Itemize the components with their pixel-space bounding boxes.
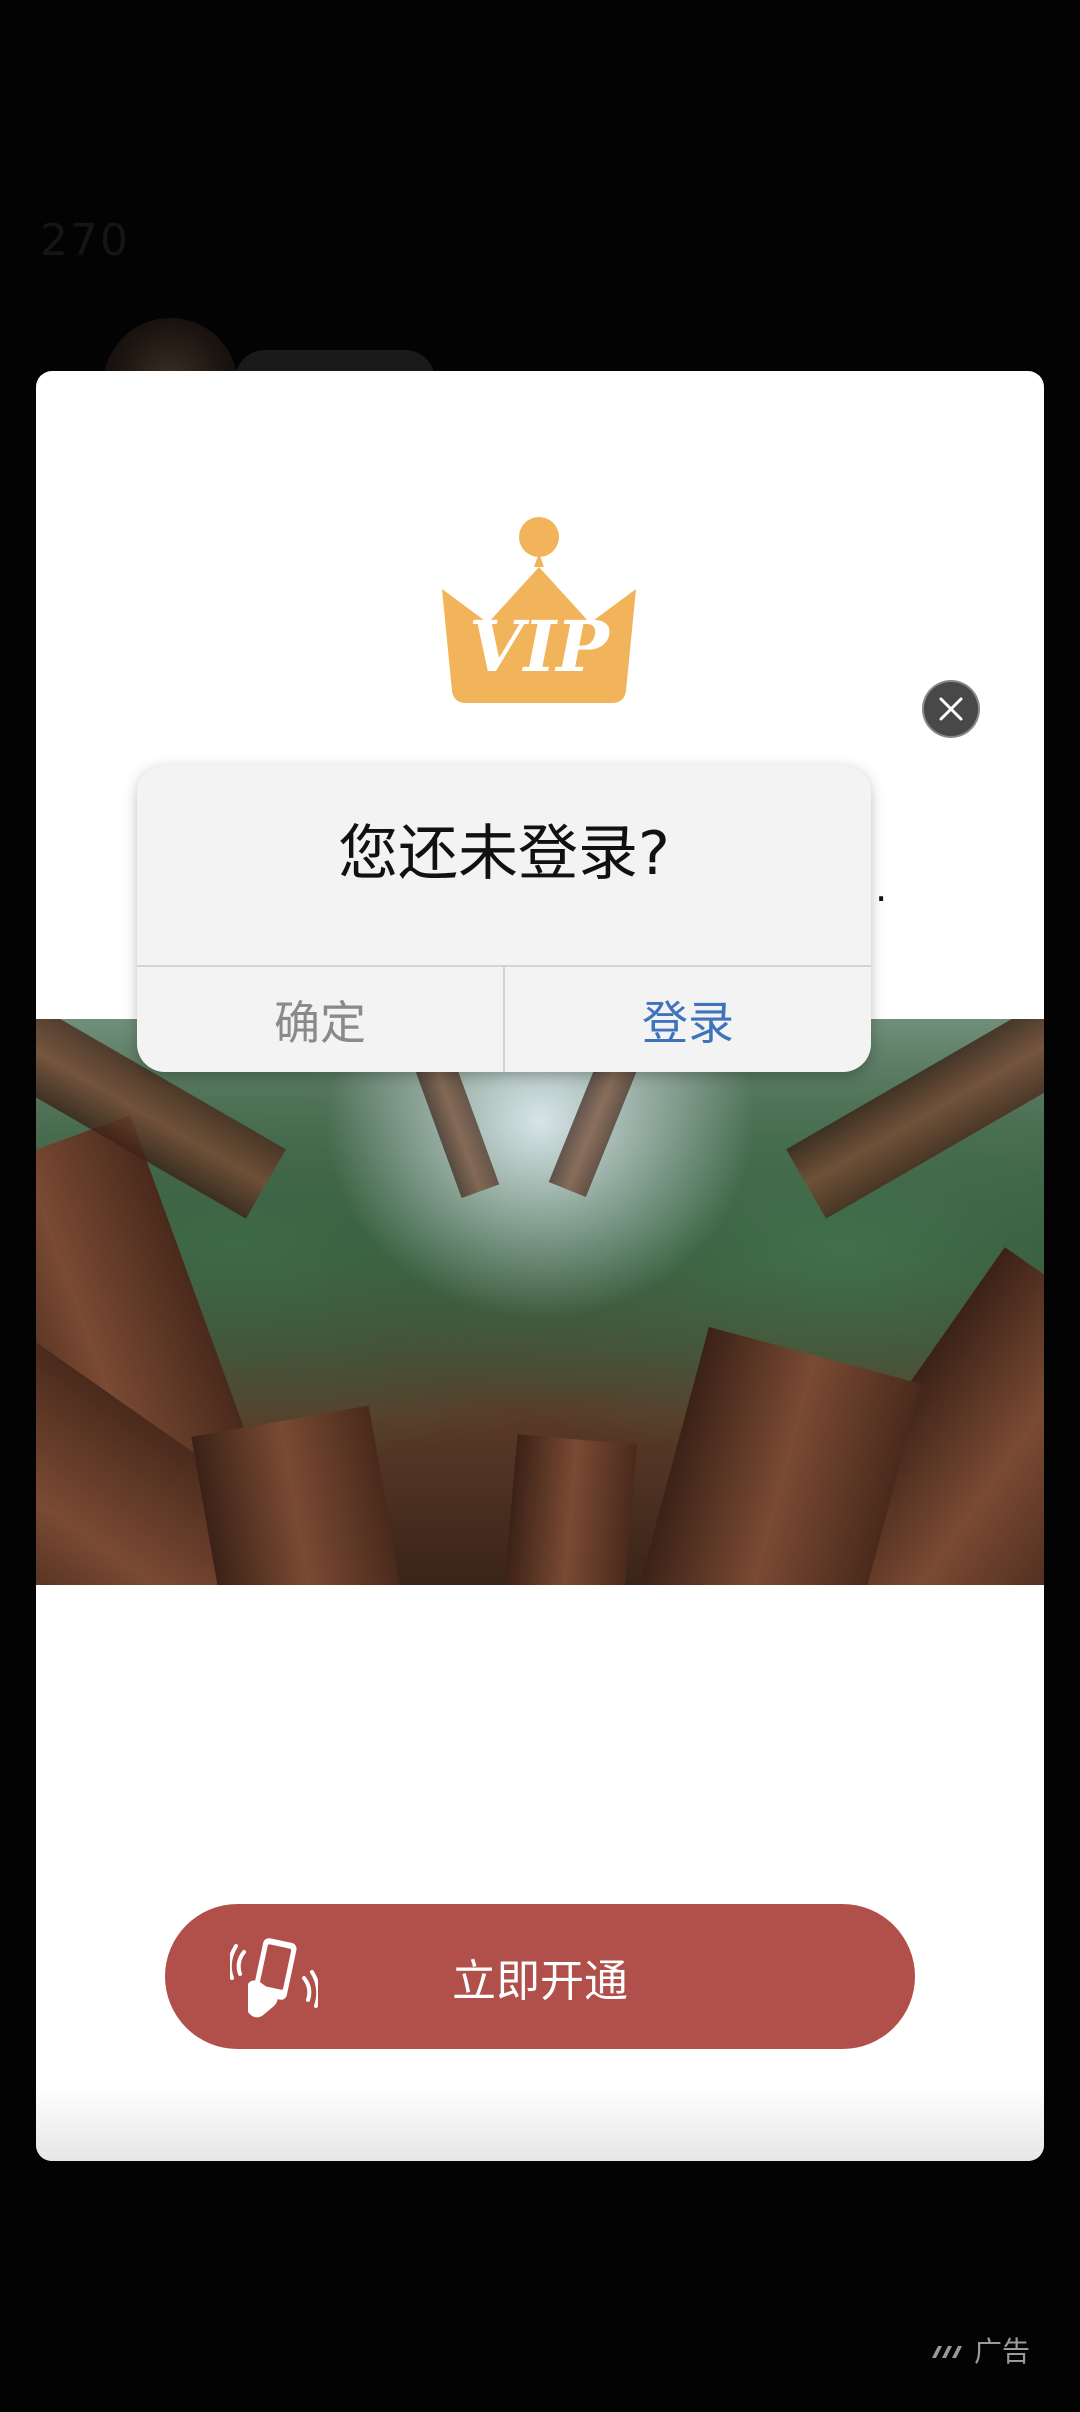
ad-label: 广告 (974, 2335, 1031, 2368)
ad-card[interactable]: VIP 成都隐峰科技有 ... 您还未激活，填入手机号，立即开通， ... 立即… (36, 371, 1044, 2161)
activate-now-label: 立即开通 (452, 1955, 628, 2007)
close-icon (939, 697, 963, 721)
login-alert-message: 您还未登录? (338, 819, 670, 889)
confirm-button[interactable]: 确定 (137, 967, 503, 1072)
login-button[interactable]: 登录 (505, 967, 871, 1072)
background-stat-text: 270 (40, 215, 130, 266)
vip-text: VIP (469, 605, 611, 688)
card-bottom-fade (36, 2086, 1044, 2161)
activate-now-button[interactable]: 立即开通 (165, 1904, 915, 2049)
ad-badge: 广告 (930, 2330, 1030, 2370)
login-alert-dialog: 您还未登录? 确定 登录 (137, 765, 871, 1072)
ad-network-logo-icon (932, 2346, 962, 2358)
close-ad-button[interactable] (922, 680, 980, 738)
ad-photo-banner[interactable] (36, 1019, 1044, 1585)
vip-crown-icon: VIP (442, 517, 636, 703)
